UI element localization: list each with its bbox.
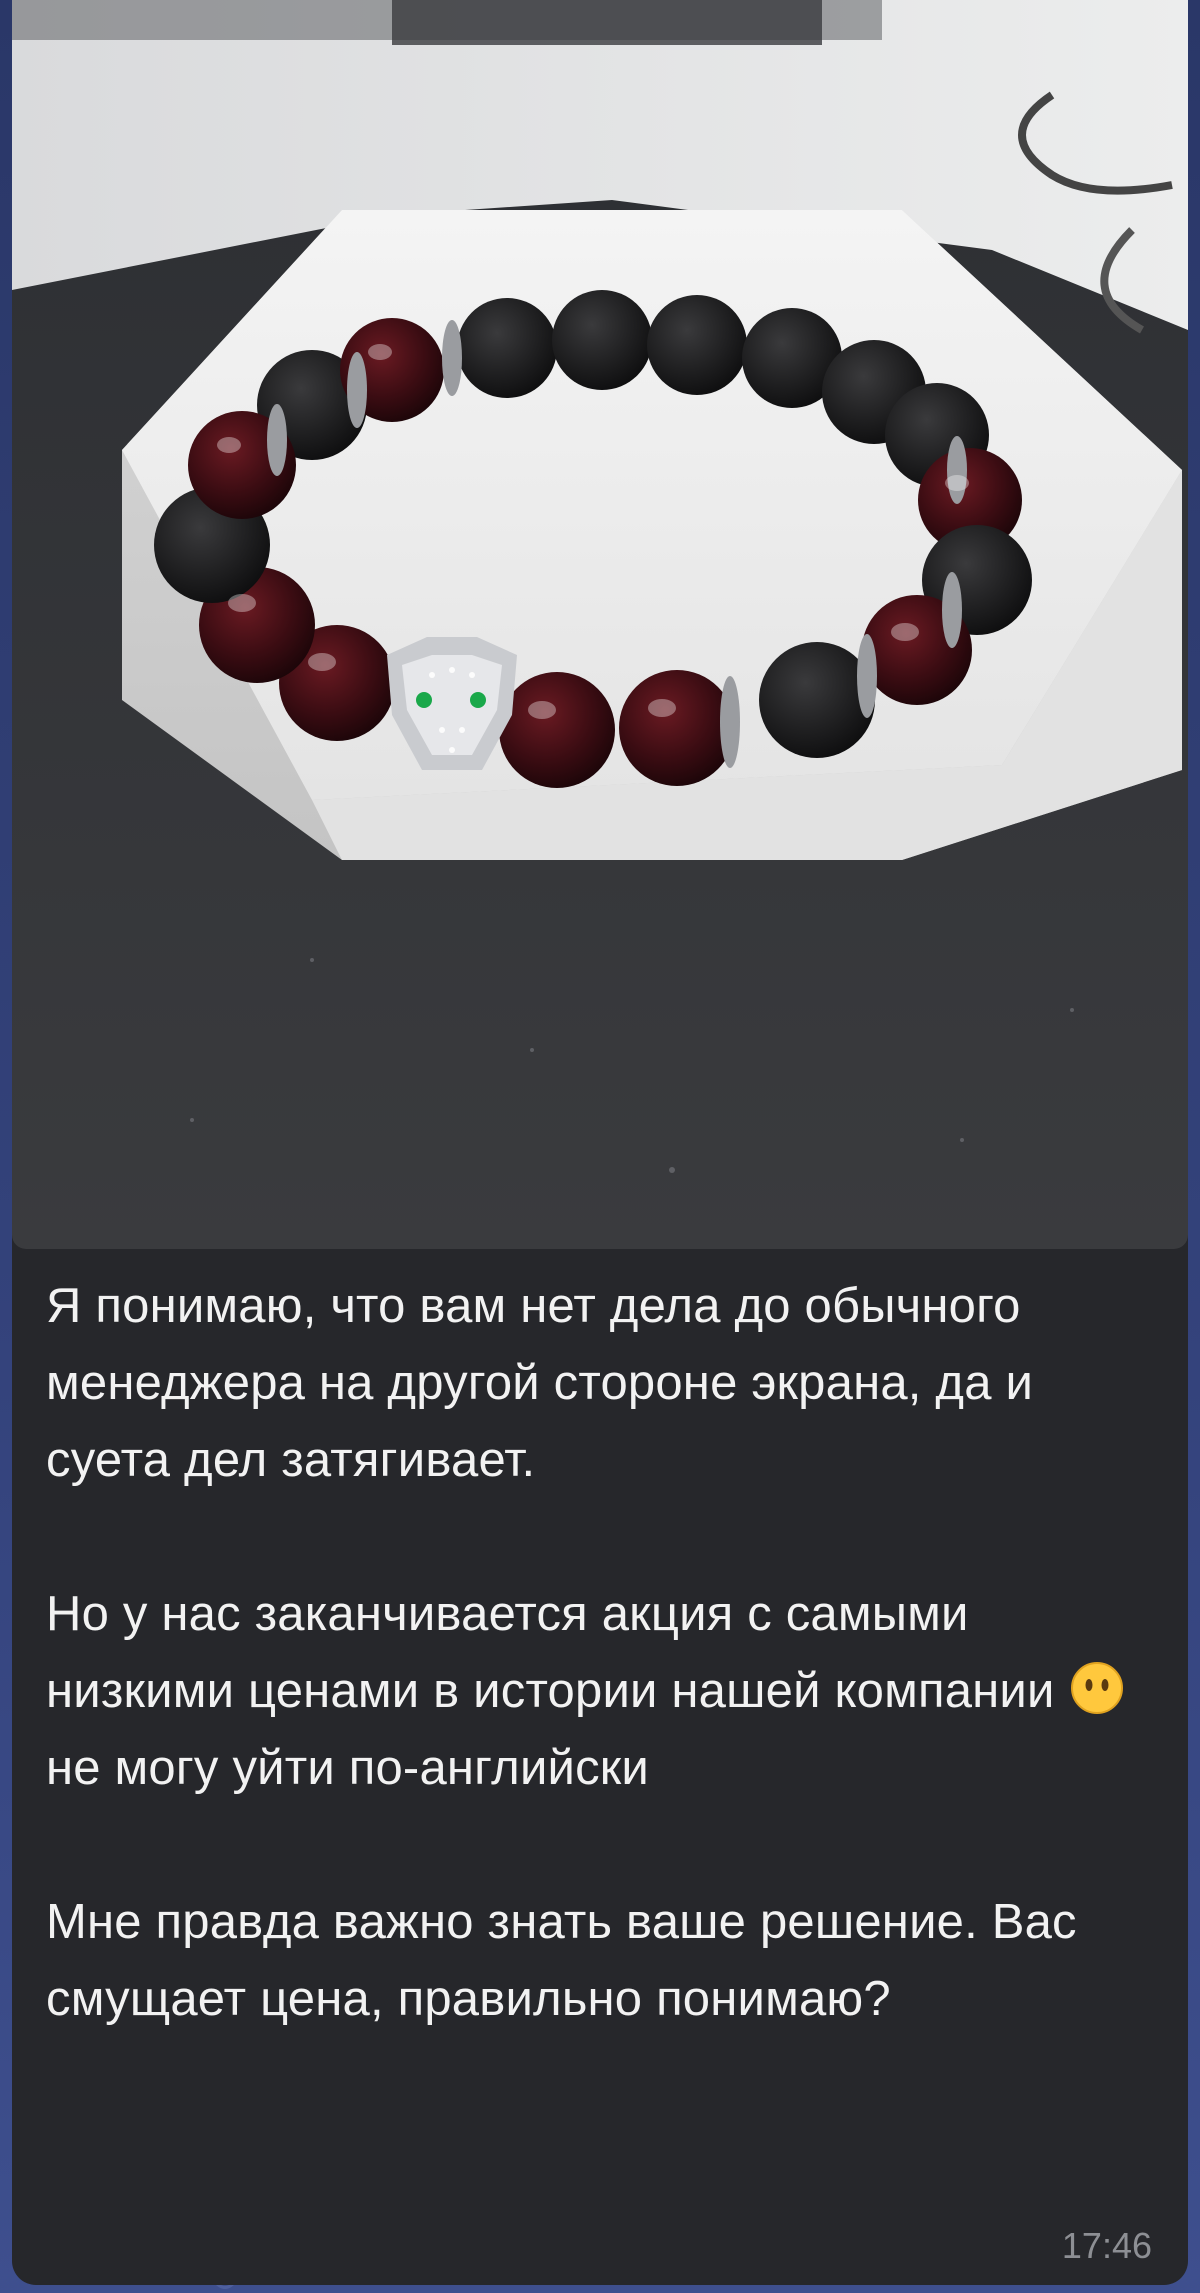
message-timestamp: 17:46	[1061, 2225, 1152, 2266]
message-paragraph-3: Мне правда важно знать ваше решение. Вас…	[46, 1895, 1077, 2026]
message-text: Я понимаю, что вам нет дела до обычного …	[46, 1268, 1156, 2038]
face-without-mouth-emoji	[1070, 1661, 1124, 1715]
bracelet-photo[interactable]	[12, 0, 1188, 1249]
message-paragraph-1: Я понимаю, что вам нет дела до обычного …	[46, 1279, 1034, 1487]
message-bubble[interactable]: Я понимаю, что вам нет дела до обычного …	[12, 0, 1188, 2285]
message-paragraph-2: Но у нас заканчивается акция с самыми ни…	[46, 1576, 1156, 1807]
message-paragraph-2-end: не могу уйти по-английски	[46, 1741, 650, 1795]
message-paragraph-2-start: Но у нас заканчивается акция с самыми ни…	[46, 1587, 1055, 1718]
